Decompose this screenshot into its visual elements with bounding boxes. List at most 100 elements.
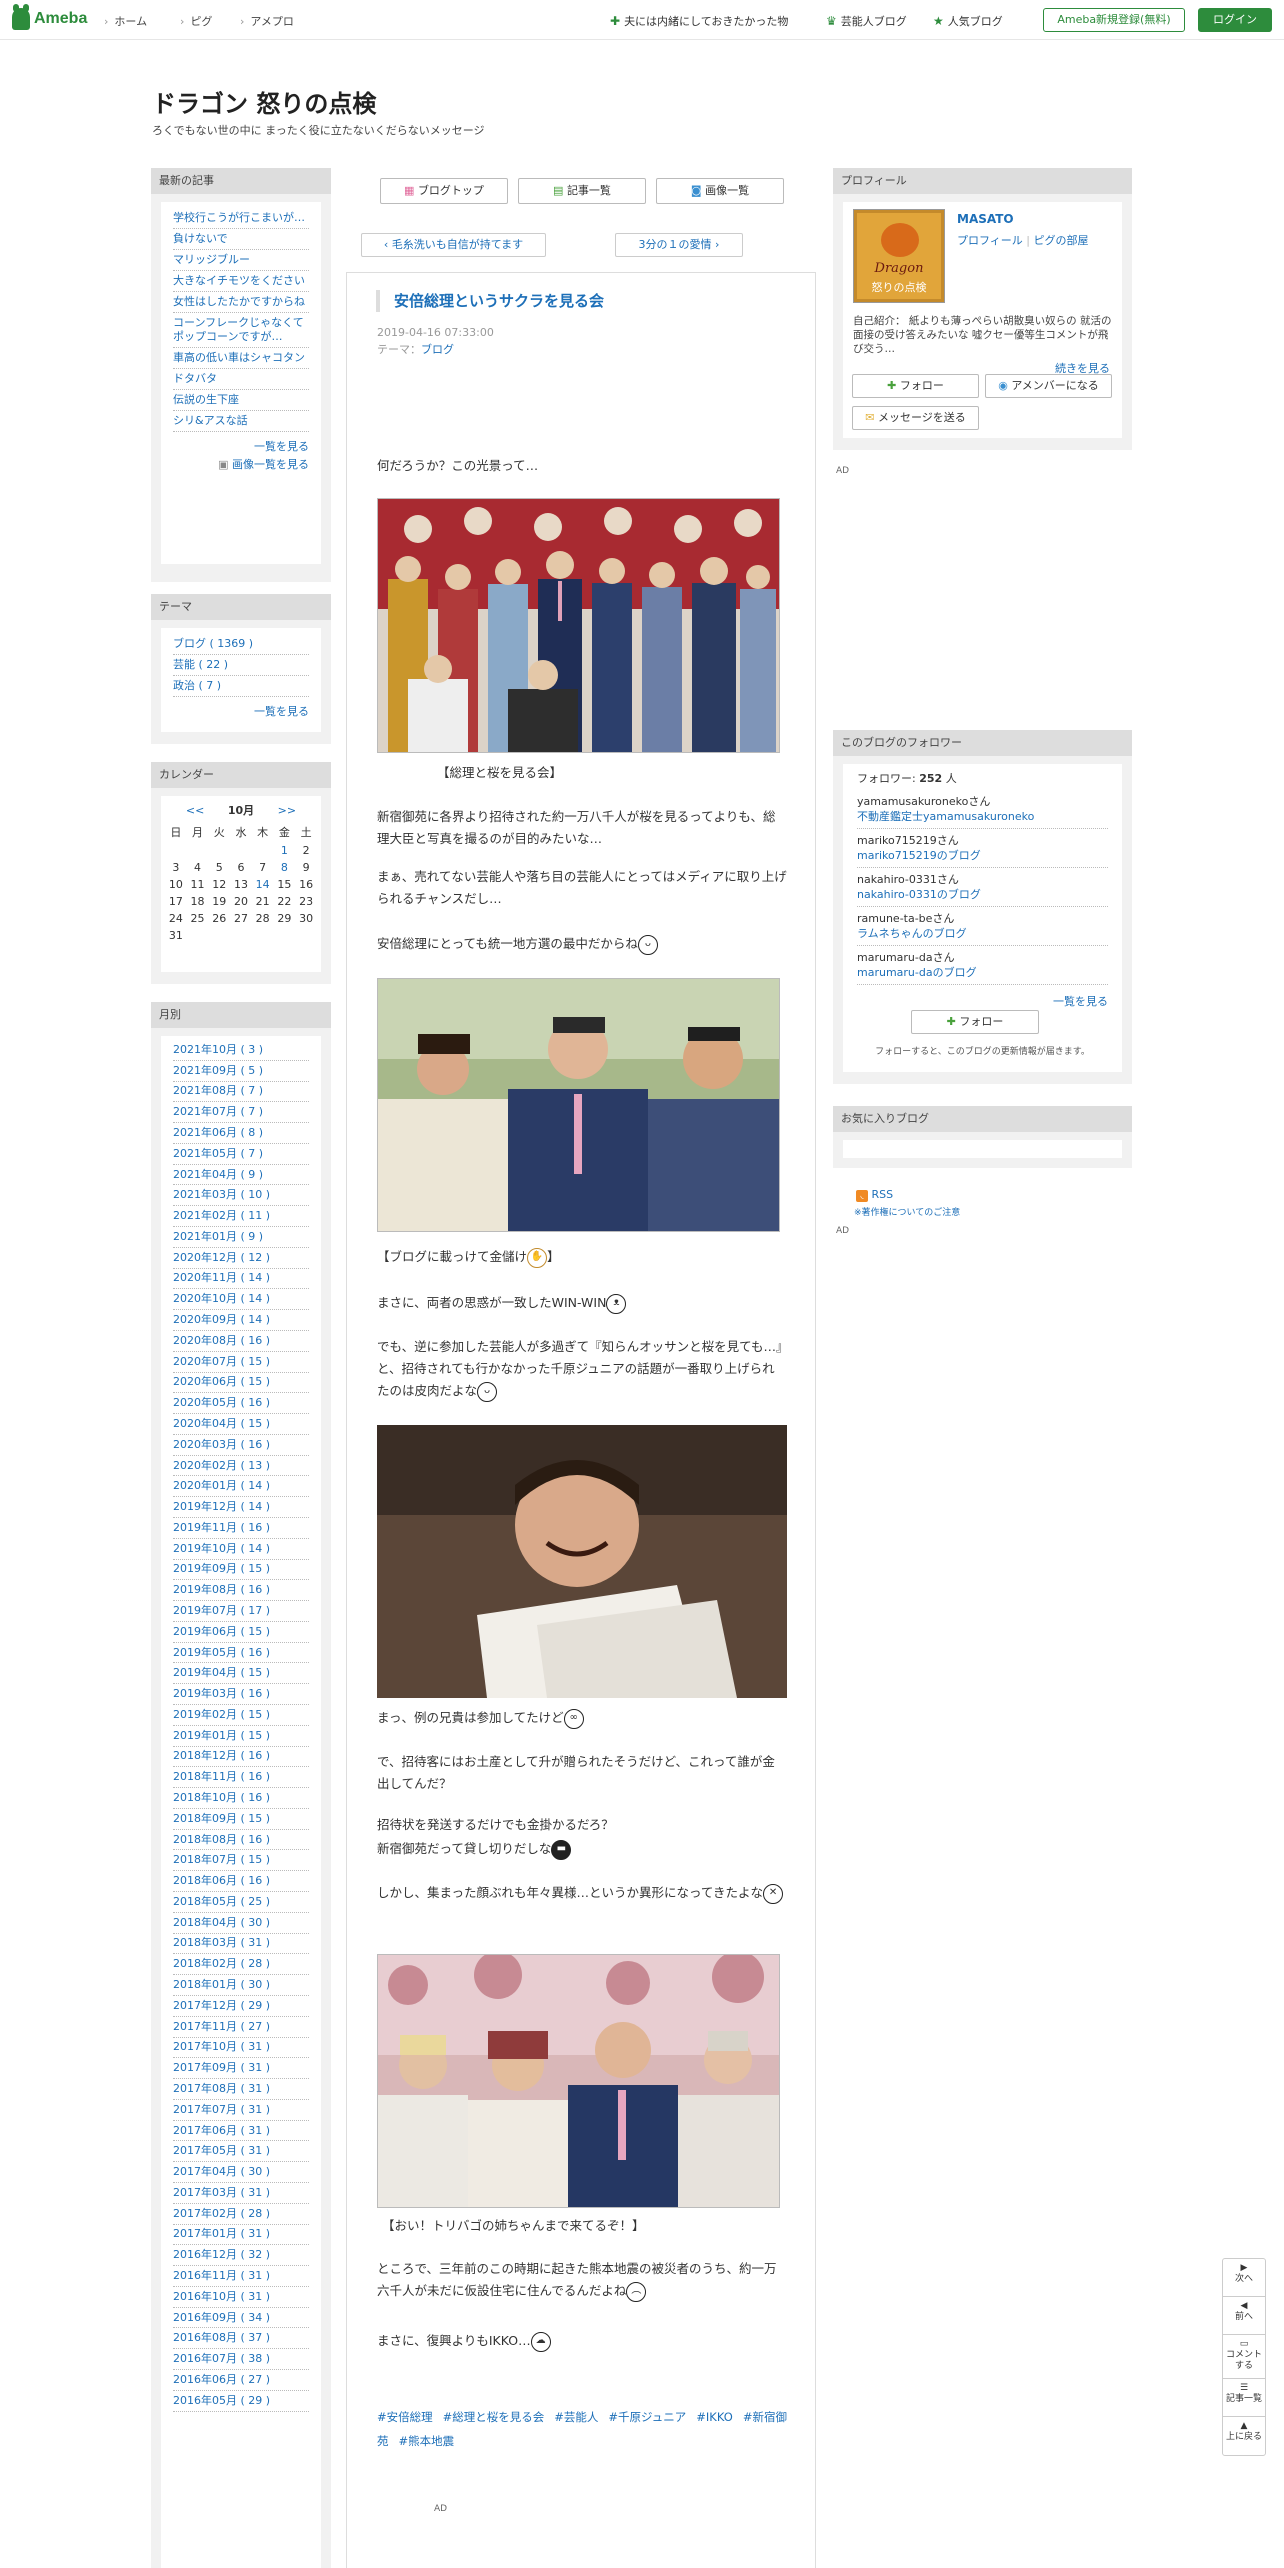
entry-theme-link[interactable]: ブログ: [421, 343, 454, 356]
archive-month-link[interactable]: 2016年09月 ( 34 ): [173, 2308, 309, 2329]
archive-month-link[interactable]: 2020年01月 ( 14 ): [173, 1476, 309, 1498]
archive-month-link[interactable]: 2017年12月 ( 29 ): [173, 1996, 309, 2017]
archive-month-link[interactable]: 2017年03月 ( 31 ): [173, 2183, 309, 2204]
amember-button[interactable]: ◉ アメンバーになる: [985, 374, 1112, 398]
archive-month-link[interactable]: 2021年02月 ( 11 ): [173, 1206, 309, 1228]
archive-month-link[interactable]: 2019年05月 ( 16 ): [173, 1643, 309, 1664]
recent-entry-link[interactable]: 大きなイチモツをください: [173, 271, 309, 292]
archive-month-link[interactable]: 2018年10月 ( 16 ): [173, 1788, 309, 1809]
profile-avatar[interactable]: Dragon 怒りの点検: [853, 209, 945, 303]
follower-blog-link[interactable]: 不動産鑑定士yamamusakuroneko: [857, 809, 1108, 824]
archive-month-link[interactable]: 2018年07月 ( 15 ): [173, 1850, 309, 1872]
archive-month-link[interactable]: 2016年11月 ( 31 ): [173, 2266, 309, 2287]
hashtag-link[interactable]: #千原ジュニア: [608, 2410, 686, 2424]
archive-month-link[interactable]: 2019年08月 ( 16 ): [173, 1580, 309, 1602]
archive-month-link[interactable]: 2016年05月 ( 29 ): [173, 2391, 309, 2412]
archive-month-link[interactable]: 2018年03月 ( 31 ): [173, 1934, 309, 1955]
hashtag-link[interactable]: #熊本地震: [399, 2434, 455, 2448]
archive-month-link[interactable]: 2020年12月 ( 12 ): [173, 1248, 309, 1269]
archive-month-link[interactable]: 2020年02月 ( 13 ): [173, 1456, 309, 1477]
archive-month-link[interactable]: 2017年10月 ( 31 ): [173, 2038, 309, 2059]
calendar-day-link[interactable]: 1: [274, 842, 296, 859]
comment-float[interactable]: ▭ コメントする: [1223, 2335, 1265, 2379]
nav-pigg[interactable]: ピグ: [180, 13, 212, 29]
archive-month-link[interactable]: 2020年08月 ( 16 ): [173, 1331, 309, 1352]
entry-list-float[interactable]: ☰ 記事一覧: [1223, 2379, 1265, 2417]
archive-month-link[interactable]: 2021年03月 ( 10 ): [173, 1185, 309, 1207]
archive-month-link[interactable]: 2019年10月 ( 14 ): [173, 1539, 309, 1560]
back-to-top-float[interactable]: ▲ 上に戻る: [1223, 2417, 1265, 2455]
archive-month-link[interactable]: 2021年04月 ( 9 ): [173, 1165, 309, 1186]
profile-follow-button[interactable]: ✚ フォロー: [852, 374, 979, 398]
login-button[interactable]: ログイン: [1198, 8, 1272, 32]
next-entry-float[interactable]: ▶ 次へ: [1223, 2259, 1265, 2297]
nav-amepro[interactable]: アメプロ: [240, 13, 293, 29]
entry-photo-junior[interactable]: [377, 1425, 787, 1698]
nav-celebrity-blog[interactable]: ♛ 芸能人ブログ: [826, 13, 907, 29]
archive-month-link[interactable]: 2017年08月 ( 31 ): [173, 2079, 309, 2100]
archive-month-link[interactable]: 2019年02月 ( 15 ): [173, 1705, 309, 1726]
archive-month-link[interactable]: 2019年06月 ( 15 ): [173, 1622, 309, 1643]
nav-featured-blog[interactable]: ✚ 夫には内緒にしておきたかった物: [610, 13, 788, 29]
send-message-button[interactable]: ✉ メッセージを送る: [852, 406, 979, 430]
tab-entry-list[interactable]: ▤ 記事一覧: [518, 178, 646, 204]
archive-month-link[interactable]: 2018年06月 ( 16 ): [173, 1871, 309, 1893]
pigg-room-link[interactable]: ピグの部屋: [1033, 234, 1088, 247]
follower-blog-link[interactable]: ラムネちゃんのブログ: [857, 926, 1108, 941]
archive-month-link[interactable]: 2020年11月 ( 14 ): [173, 1269, 309, 1290]
calendar-prev[interactable]: <<: [186, 804, 204, 817]
archive-month-link[interactable]: 2020年09月 ( 14 ): [173, 1310, 309, 1331]
archive-month-link[interactable]: 2018年04月 ( 30 ): [173, 1913, 309, 1934]
archive-month-link[interactable]: 2017年11月 ( 27 ): [173, 2017, 309, 2038]
archive-month-link[interactable]: 2016年10月 ( 31 ): [173, 2287, 309, 2308]
archive-month-link[interactable]: 2017年01月 ( 31 ): [173, 2225, 309, 2246]
entry-photo-trivago[interactable]: [377, 1954, 780, 2208]
archive-month-link[interactable]: 2017年09月 ( 31 ): [173, 2058, 309, 2080]
nav-popular-blog[interactable]: ★ 人気ブログ: [933, 13, 1003, 29]
rss-link[interactable]: ◟ RSS: [856, 1188, 893, 1202]
archive-month-link[interactable]: 2017年02月 ( 28 ): [173, 2204, 309, 2225]
archive-month-link[interactable]: 2020年05月 ( 16 ): [173, 1393, 309, 1415]
archive-month-link[interactable]: 2021年05月 ( 7 ): [173, 1144, 309, 1165]
prev-entry-float[interactable]: ◀ 前へ: [1223, 2297, 1265, 2335]
profile-link[interactable]: プロフィール: [957, 234, 1023, 247]
archive-month-link[interactable]: 2019年09月 ( 15 ): [173, 1560, 309, 1581]
archive-month-link[interactable]: 2021年10月 ( 3 ): [173, 1040, 309, 1061]
recent-entry-link[interactable]: ドタバタ: [173, 369, 309, 390]
archive-month-link[interactable]: 2018年09月 ( 15 ): [173, 1809, 309, 1830]
recent-entry-link[interactable]: コーンフレークじゃなくてポップコーンですが…: [173, 313, 309, 348]
tab-image-list[interactable]: ◙ 画像一覧: [656, 178, 784, 204]
archive-month-link[interactable]: 2016年12月 ( 32 ): [173, 2245, 309, 2267]
recent-entry-link[interactable]: 負けないで: [173, 229, 309, 250]
archive-month-link[interactable]: 2019年12月 ( 14 ): [173, 1497, 309, 1518]
hashtag-link[interactable]: #IKKO: [696, 2410, 733, 2424]
theme-more-link[interactable]: 一覧を見る: [173, 703, 309, 719]
calendar-next[interactable]: >>: [278, 804, 296, 817]
hashtag-link[interactable]: #総理と桜を見る会: [443, 2410, 545, 2424]
archive-month-link[interactable]: 2018年12月 ( 16 ): [173, 1747, 309, 1768]
archive-month-link[interactable]: 2019年11月 ( 16 ): [173, 1518, 309, 1539]
register-button[interactable]: Ameba新規登録(無料): [1043, 8, 1185, 32]
archive-month-link[interactable]: 2020年07月 ( 15 ): [173, 1352, 309, 1373]
archive-month-link[interactable]: 2018年08月 ( 16 ): [173, 1830, 309, 1851]
next-entry-link[interactable]: 3分の１の愛情 ›: [615, 233, 743, 257]
archive-month-link[interactable]: 2017年04月 ( 30 ): [173, 2162, 309, 2183]
recent-entry-link[interactable]: 学校行こうが行こまいが…: [173, 208, 309, 229]
calendar-day-link[interactable]: 8: [274, 859, 296, 876]
archive-month-link[interactable]: 2017年06月 ( 31 ): [173, 2121, 309, 2142]
entry-photo-abe[interactable]: [377, 978, 780, 1232]
followers-more-link[interactable]: 一覧を見る: [857, 993, 1108, 1009]
ameba-logo[interactable]: Ameba: [12, 4, 87, 30]
theme-link[interactable]: 政治 ( 7 ): [173, 676, 309, 697]
archive-month-link[interactable]: 2019年07月 ( 17 ): [173, 1601, 309, 1622]
profile-name[interactable]: MASATO: [957, 212, 1014, 226]
archive-month-link[interactable]: 2021年09月 ( 5 ): [173, 1061, 309, 1082]
archive-month-link[interactable]: 2021年07月 ( 7 ): [173, 1102, 309, 1124]
archive-month-link[interactable]: 2018年01月 ( 30 ): [173, 1975, 309, 1996]
recent-entry-link[interactable]: シリ&アスな話: [173, 411, 309, 432]
archive-month-link[interactable]: 2020年04月 ( 15 ): [173, 1414, 309, 1435]
image-list-link[interactable]: ▣ 画像一覧を見る: [173, 456, 309, 472]
tab-blog-top[interactable]: ▦ ブログトップ: [380, 178, 508, 204]
archive-month-link[interactable]: 2016年08月 ( 37 ): [173, 2328, 309, 2350]
recent-entry-link[interactable]: 伝説の生下座: [173, 390, 309, 411]
